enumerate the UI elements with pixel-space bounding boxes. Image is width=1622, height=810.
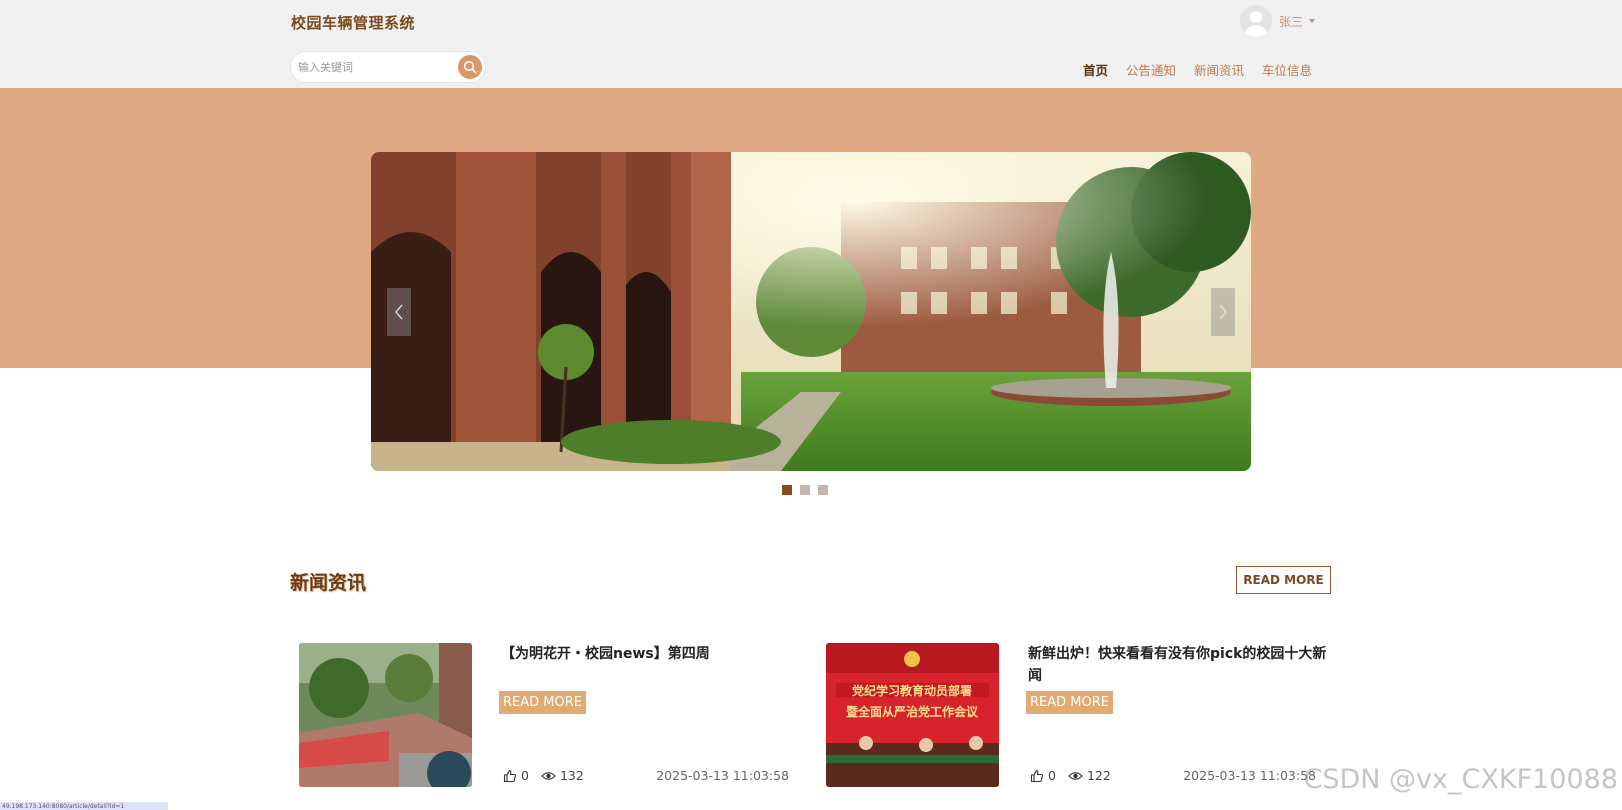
view-stat: 122 [1068, 768, 1111, 783]
news-stats: 0 122 [1030, 768, 1123, 783]
thumbs-up-icon [1030, 769, 1044, 782]
watermark: CSDN @vx_CXKF10088 [1303, 764, 1619, 795]
news-card[interactable]: 党纪学习教育动员部署 暨全面从严治党工作会议 新鲜出炉！快来看看有没有你pick… [826, 643, 1326, 787]
news-read-more-button[interactable]: READ MORE [1236, 566, 1331, 594]
eye-icon [541, 771, 556, 780]
news-thumbnail[interactable] [299, 643, 472, 787]
chevron-down-icon[interactable] [1309, 19, 1316, 23]
news-thumbnail[interactable]: 党纪学习教育动员部署 暨全面从严治党工作会议 [826, 643, 999, 787]
news-card[interactable]: 【为明花开・校园news】第四周 READ MORE 0 132 2025-03… [299, 643, 789, 787]
user-name[interactable]: 张三 [1279, 13, 1303, 30]
like-count: 0 [521, 768, 529, 783]
news-date: 2025-03-13 11:03:58 [656, 768, 789, 783]
like-count: 0 [1048, 768, 1056, 783]
eye-icon [1068, 771, 1083, 780]
scallop-wave [0, 89, 1622, 102]
search-box [291, 52, 485, 82]
news-image-meeting: 党纪学习教育动员部署 暨全面从严治党工作会议 [826, 643, 999, 787]
search-button[interactable] [458, 55, 482, 79]
thumbs-up-icon [503, 769, 517, 782]
status-bar-url: 49.198.173.140:8080/article/detail?id=1 [0, 802, 168, 810]
chevron-left-icon [395, 304, 403, 320]
site-brand[interactable]: 校园车辆管理系统 [291, 12, 415, 33]
like-stat[interactable]: 0 [1030, 768, 1056, 783]
svg-text:暨全面从严治党工作会议: 暨全面从严治党工作会议 [846, 704, 979, 719]
news-read-more-button[interactable]: READ MORE [499, 691, 586, 714]
avatar-icon[interactable] [1240, 5, 1272, 37]
svg-text:党纪学习教育动员部署: 党纪学习教育动员部署 [852, 683, 972, 698]
chevron-right-icon [1219, 304, 1227, 320]
nav-item-parking[interactable]: 车位信息 [1262, 60, 1312, 79]
carousel-dot-1[interactable] [782, 485, 792, 495]
carousel-dot-2[interactable] [800, 485, 810, 495]
carousel-prev-button[interactable] [387, 288, 411, 336]
carousel-slide-image [371, 152, 1251, 471]
news-read-more-button[interactable]: READ MORE [1026, 691, 1113, 714]
view-count: 132 [559, 768, 584, 783]
hero-carousel[interactable] [371, 152, 1251, 471]
carousel-dot-3[interactable] [818, 485, 828, 495]
user-menu[interactable]: 张三 [1240, 4, 1316, 38]
nav-item-news[interactable]: 新闻资讯 [1194, 60, 1244, 79]
search-icon [463, 60, 477, 74]
news-image-garden [299, 643, 472, 787]
nav-item-home[interactable]: 首页 [1083, 60, 1108, 79]
news-title[interactable]: 【为明花开・校园news】第四周 [501, 643, 801, 665]
main-nav: 首页 公告通知 新闻资讯 车位信息 [1083, 60, 1330, 79]
view-count: 122 [1086, 768, 1111, 783]
news-title[interactable]: 新鲜出炉！快来看看有没有你pick的校园十大新闻 [1028, 643, 1328, 687]
nav-item-notices[interactable]: 公告通知 [1126, 60, 1176, 79]
like-stat[interactable]: 0 [503, 768, 529, 783]
scalloped-border [0, 89, 1622, 102]
news-stats: 0 132 [503, 768, 596, 783]
news-date: 2025-03-13 11:03:58 [1183, 768, 1316, 783]
search-input[interactable] [298, 58, 448, 76]
header: 校园车辆管理系统 张三 首页 公告通知 新闻资讯 车位信息 [0, 0, 1622, 92]
view-stat: 132 [541, 768, 584, 783]
page: 校园车辆管理系统 张三 首页 公告通知 新闻资讯 车位信息 [0, 0, 1622, 810]
carousel-next-button[interactable] [1211, 288, 1235, 336]
carousel-indicators [782, 485, 828, 495]
news-section-title: 新闻资讯 [290, 572, 367, 594]
